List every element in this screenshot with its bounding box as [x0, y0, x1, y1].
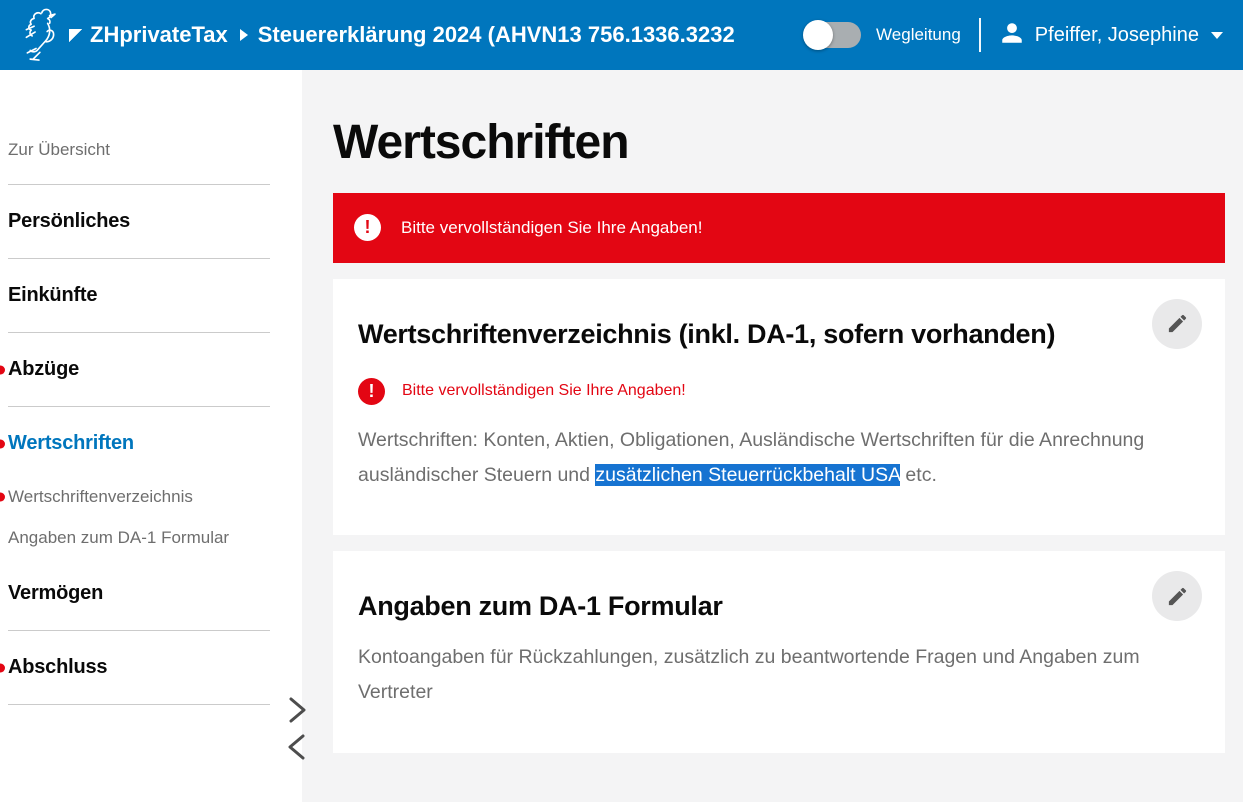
error-dot-indicator [0, 365, 5, 374]
error-banner: ! Bitte vervollständigen Sie Ihre Angabe… [333, 193, 1225, 263]
person-icon [999, 20, 1025, 51]
pencil-icon [1166, 585, 1189, 608]
breadcrumb-label: Steuererklärung 2024 (AHVN13 756.1336.32… [258, 22, 735, 47]
sidebar-divider [8, 332, 270, 333]
sidebar-item-einkuenfte[interactable]: Einkünfte [0, 284, 302, 307]
highlighted-selected-text: zusätzlichen Steuerrückbehalt USA [595, 464, 900, 486]
page-navigation-arrows [284, 696, 310, 761]
card-description: Wertschriften: Konten, Aktien, Obligatio… [358, 423, 1165, 493]
wegleitung-toggle[interactable] [805, 22, 861, 48]
error-dot-indicator [0, 439, 5, 448]
card-title: Wertschriftenverzeichnis (inkl. DA-1, so… [358, 313, 1133, 356]
card-angaben-da1: Angaben zum DA-1 Formular Kontoangaben f… [333, 551, 1225, 752]
sidebar-item-label: Zur Übersicht [8, 140, 110, 159]
card-title: Angaben zum DA-1 Formular [358, 585, 1133, 628]
sidebar-item-abzuege[interactable]: Abzüge [0, 358, 302, 381]
card-description: Kontoangaben für Rückzahlungen, zusätzli… [358, 640, 1165, 710]
wegleitung-toggle-label: Wegleitung [876, 25, 961, 45]
previous-page-chevron-left-icon[interactable] [284, 733, 310, 761]
sidebar-item-label: Wertschriften [8, 432, 134, 454]
next-page-chevron-right-icon[interactable] [284, 696, 310, 724]
sidebar-item-label: Persönliches [8, 210, 130, 232]
card-error-text: Bitte vervollständigen Sie Ihre Angaben! [402, 382, 686, 400]
sidebar-item-overview[interactable]: Zur Übersicht [0, 140, 302, 160]
main-content: Wertschriften ! Bitte vervollständigen S… [333, 70, 1225, 753]
toggle-knob[interactable] [803, 20, 833, 50]
edit-button[interactable] [1152, 571, 1202, 621]
zurich-lion-logo-icon [12, 3, 62, 68]
error-dot-indicator [0, 663, 5, 672]
alert-exclamation-icon: ! [358, 378, 385, 405]
sidebar-item-wertschriftenverzeichnis[interactable]: Wertschriftenverzeichnis [0, 487, 302, 507]
sidebar-item-label: Abzüge [8, 358, 79, 380]
user-name: Pfeiffer, Josephine [1035, 24, 1199, 47]
sidebar-item-wertschriften[interactable]: Wertschriften [0, 432, 302, 455]
chevron-down-icon [1211, 32, 1223, 39]
sidebar-item-label: Abschluss [8, 656, 107, 678]
sidebar-divider [8, 184, 270, 185]
sidebar-item-label: Vermögen [8, 582, 103, 604]
card-wertschriftenverzeichnis: Wertschriftenverzeichnis (inkl. DA-1, so… [333, 279, 1225, 535]
page-title: Wertschriften [333, 117, 1225, 170]
sidebar-divider [8, 630, 270, 631]
header-actions: Wegleitung Pfeiffer, Josephine [795, 18, 1223, 52]
sidebar-item-label: Wertschriftenverzeichnis [8, 487, 193, 506]
sidebar-item-persoenliches[interactable]: Persönliches [0, 210, 302, 233]
app-header: ZHprivateTax Steuererklärung 2024 (AHVN1… [0, 0, 1243, 70]
sidebar-divider [8, 406, 270, 407]
sidebar-navigation: Zur Übersicht Persönliches Einkünfte Abz… [0, 70, 302, 802]
zurich-flag-icon [69, 29, 82, 42]
card-error-row: ! Bitte vervollständigen Sie Ihre Angabe… [358, 378, 1200, 405]
breadcrumb-separator-icon [240, 29, 248, 41]
user-menu[interactable]: Pfeiffer, Josephine [999, 20, 1223, 51]
header-divider [979, 18, 981, 52]
pencil-icon [1166, 312, 1189, 335]
sidebar-item-vermoegen[interactable]: Vermögen [0, 582, 302, 605]
error-dot-indicator [0, 493, 5, 502]
breadcrumb: Steuererklärung 2024 (AHVN13 756.1336.32… [258, 22, 795, 48]
sidebar-item-abschluss[interactable]: Abschluss [0, 656, 302, 679]
sidebar-item-label: Einkünfte [8, 284, 97, 306]
sidebar-divider [8, 258, 270, 259]
sidebar-item-angaben-da1[interactable]: Angaben zum DA-1 Formular [0, 528, 302, 548]
error-banner-text: Bitte vervollständigen Sie Ihre Angaben! [401, 218, 702, 238]
description-text: etc. [900, 464, 937, 486]
sidebar-divider [8, 704, 270, 705]
alert-exclamation-icon: ! [354, 214, 381, 241]
sidebar-item-label: Angaben zum DA-1 Formular [8, 528, 229, 547]
app-brand[interactable]: ZHprivateTax [90, 22, 228, 48]
edit-button[interactable] [1152, 299, 1202, 349]
